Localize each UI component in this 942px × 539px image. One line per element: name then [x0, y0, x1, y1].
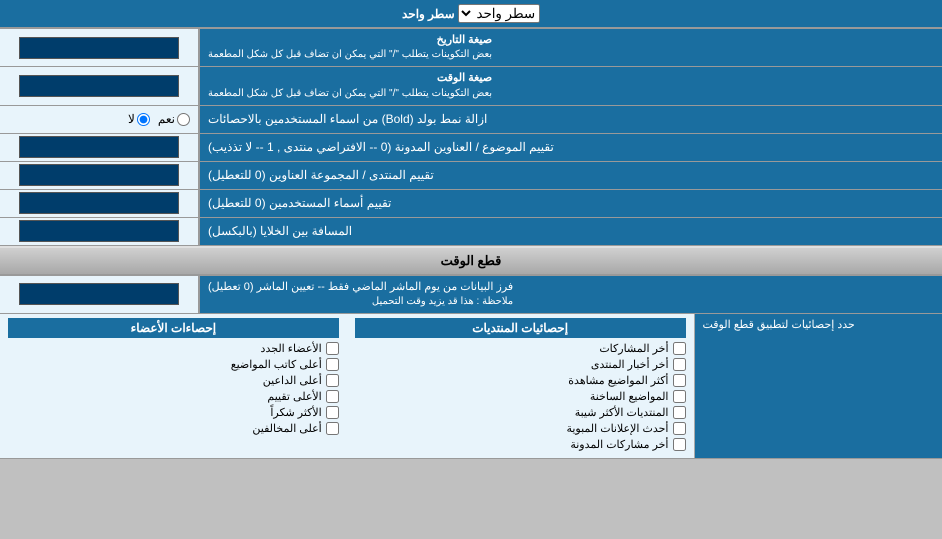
topic-ordering-row: تقييم الموضوع / العناوين المدونة (0 -- ا…	[0, 134, 942, 162]
stats-col-forum: إحصائيات المنتديات أخر المشاركات أخر أخب…	[347, 314, 695, 458]
stat-forum-3-check[interactable]	[673, 374, 686, 387]
forum-ordering-input[interactable]: 33	[19, 164, 179, 186]
topic-ordering-label: تقييم الموضوع / العناوين المدونة (0 -- ا…	[200, 134, 942, 161]
time-cutoff-title: فرز البيانات من يوم الماشر الماضي فقط --…	[208, 280, 513, 295]
topic-ordering-title: تقييم الموضوع / العناوين المدونة (0 -- ا…	[208, 139, 554, 156]
stat-forum-2-check[interactable]	[673, 358, 686, 371]
bold-remove-row: ازالة نمط بولد (Bold) من اسماء المستخدمي…	[0, 106, 942, 134]
stat-member-5: الأكثر شكراً	[8, 406, 339, 419]
stat-forum-5: المنتديات الأكثر شيبة	[355, 406, 686, 419]
date-format-input-cell: d-m	[0, 29, 200, 66]
stat-forum-6: أحدث الإعلانات المبوية	[355, 422, 686, 435]
bold-remove-no-radio[interactable]	[137, 113, 150, 126]
stats-apply-label: حدد إحصائيات لتطبيق قطع الوقت	[695, 314, 942, 458]
stat-member-4-check[interactable]	[326, 390, 339, 403]
stat-forum-2-label: أخر أخبار المنتدى	[591, 358, 669, 371]
time-cutoff-input-cell: 0	[0, 276, 200, 313]
stat-forum-7: أخر مشاركات المدونة	[355, 438, 686, 451]
bold-remove-label: ازالة نمط بولد (Bold) من اسماء المستخدمي…	[200, 106, 942, 133]
stat-forum-3: أكثر المواضيع مشاهدة	[355, 374, 686, 387]
stats-section: حدد إحصائيات لتطبيق قطع الوقت إحصائيات ا…	[0, 314, 942, 459]
forum-ordering-input-cell: 33	[0, 162, 200, 189]
bold-remove-radio-cell: نعم لا	[0, 106, 200, 133]
stat-member-1-check[interactable]	[326, 342, 339, 355]
stat-forum-7-check[interactable]	[673, 438, 686, 451]
spacing-input-cell: 2	[0, 218, 200, 245]
stats-col-forum-header: إحصائيات المنتديات	[355, 318, 686, 338]
time-format-row: صيغة الوقت بعض التكوينات يتطلب "/" التي …	[0, 67, 942, 105]
bold-remove-yes-radio[interactable]	[177, 113, 190, 126]
time-section-header: قطع الوقت	[0, 246, 942, 276]
date-format-label: صيغة التاريخ بعض التكوينات يتطلب "/" الت…	[200, 29, 942, 66]
stat-member-2-label: أعلى كاتب المواضيع	[231, 358, 322, 371]
date-format-title: صيغة التاريخ	[208, 33, 492, 48]
stat-forum-2: أخر أخبار المنتدى	[355, 358, 686, 371]
time-cutoff-row: فرز البيانات من يوم الماشر الماضي فقط --…	[0, 276, 942, 314]
stat-member-6: أعلى المخالفين	[8, 422, 339, 435]
time-cutoff-label: فرز البيانات من يوم الماشر الماضي فقط --…	[200, 276, 942, 313]
stat-forum-4-check[interactable]	[673, 390, 686, 403]
topic-ordering-input-cell: 33	[0, 134, 200, 161]
time-format-sublabel: بعض التكوينات يتطلب "/" التي يمكن ان تضا…	[208, 87, 492, 101]
stat-forum-1-label: أخر المشاركات	[599, 342, 668, 355]
stat-forum-5-check[interactable]	[673, 406, 686, 419]
forum-ordering-label: تقييم المنتدى / المجموعة العناوين (0 للت…	[200, 162, 942, 189]
time-format-title: صيغة الوقت	[208, 71, 492, 86]
time-format-input-cell: H:i	[0, 67, 200, 104]
stat-forum-1: أخر المشاركات	[355, 342, 686, 355]
bold-remove-no-label[interactable]: لا	[128, 112, 150, 126]
stat-forum-4-label: المواضيع الساخنة	[590, 390, 669, 403]
display-mode-select[interactable]: سطر واحدسطرينثلاثة أسطر	[458, 4, 540, 23]
stat-member-4: الأعلى تقييم	[8, 390, 339, 403]
display-mode-label: سطر واحد	[402, 7, 455, 21]
stat-forum-6-label: أحدث الإعلانات المبوية	[566, 422, 668, 435]
spacing-label: المسافة بين الخلايا (بالبكسل)	[200, 218, 942, 245]
stat-member-6-label: أعلى المخالفين	[252, 422, 321, 435]
stat-member-3-check[interactable]	[326, 374, 339, 387]
time-cutoff-input[interactable]: 0	[19, 283, 179, 305]
stat-member-5-check[interactable]	[326, 406, 339, 419]
stat-forum-6-check[interactable]	[673, 422, 686, 435]
forum-ordering-title: تقييم المنتدى / المجموعة العناوين (0 للت…	[208, 167, 434, 184]
spacing-input[interactable]: 2	[19, 220, 179, 242]
date-format-row: صيغة التاريخ بعض التكوينات يتطلب "/" الت…	[0, 29, 942, 67]
stats-col-members: إحصاءات الأعضاء الأعضاء الجدد أعلى كاتب …	[0, 314, 347, 458]
user-ordering-input-cell: 0	[0, 190, 200, 217]
stat-forum-1-check[interactable]	[673, 342, 686, 355]
user-ordering-input[interactable]: 0	[19, 192, 179, 214]
spacing-row: المسافة بين الخلايا (بالبكسل) 2	[0, 218, 942, 246]
time-format-input[interactable]: H:i	[19, 75, 179, 97]
stat-member-5-label: الأكثر شكراً	[270, 406, 321, 419]
stats-col-members-header: إحصاءات الأعضاء	[8, 318, 339, 338]
bold-remove-title: ازالة نمط بولد (Bold) من اسماء المستخدمي…	[208, 111, 487, 128]
user-ordering-row: تقييم أسماء المستخدمين (0 للتعطيل) 0	[0, 190, 942, 218]
display-mode-row: سطر واحدسطرينثلاثة أسطر سطر واحد	[0, 0, 942, 29]
user-ordering-title: تقييم أسماء المستخدمين (0 للتعطيل)	[208, 195, 391, 212]
topic-ordering-input[interactable]: 33	[19, 136, 179, 158]
forum-ordering-row: تقييم المنتدى / المجموعة العناوين (0 للت…	[0, 162, 942, 190]
stats-checkboxes: إحصائيات المنتديات أخر المشاركات أخر أخب…	[0, 314, 695, 458]
stat-forum-4: المواضيع الساخنة	[355, 390, 686, 403]
stat-forum-5-label: المنتديات الأكثر شيبة	[575, 406, 669, 419]
stat-member-2: أعلى كاتب المواضيع	[8, 358, 339, 371]
stat-forum-7-label: أخر مشاركات المدونة	[570, 438, 668, 451]
stat-member-1: الأعضاء الجدد	[8, 342, 339, 355]
stat-member-1-label: الأعضاء الجدد	[261, 342, 322, 355]
date-format-input[interactable]: d-m	[19, 37, 179, 59]
stat-member-2-check[interactable]	[326, 358, 339, 371]
stat-member-3-label: أعلى الداعين	[263, 374, 322, 387]
user-ordering-label: تقييم أسماء المستخدمين (0 للتعطيل)	[200, 190, 942, 217]
stat-member-6-check[interactable]	[326, 422, 339, 435]
stat-member-4-label: الأعلى تقييم	[267, 390, 321, 403]
stat-forum-3-label: أكثر المواضيع مشاهدة	[568, 374, 668, 387]
date-format-sublabel: بعض التكوينات يتطلب "/" التي يمكن ان تضا…	[208, 48, 492, 62]
stat-member-3: أعلى الداعين	[8, 374, 339, 387]
time-format-label: صيغة الوقت بعض التكوينات يتطلب "/" التي …	[200, 67, 942, 104]
time-cutoff-sublabel: ملاحظة : هذا قد يزيد وقت التحميل	[208, 295, 513, 309]
spacing-title: المسافة بين الخلايا (بالبكسل)	[208, 223, 352, 240]
bold-remove-yes-label[interactable]: نعم	[158, 112, 190, 126]
